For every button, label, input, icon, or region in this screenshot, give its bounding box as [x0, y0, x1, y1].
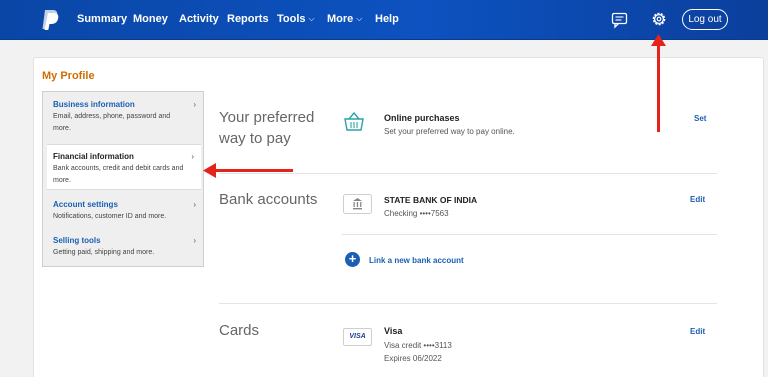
menu-item-financial-information[interactable]: Financial information Bank accounts, cre… — [47, 144, 201, 190]
visa-card-icon: VISA — [343, 328, 372, 346]
nav-money[interactable]: Money — [133, 13, 168, 25]
menu-item-label: Business information — [53, 100, 135, 109]
add-icon[interactable]: + — [345, 252, 360, 267]
section-divider — [219, 173, 717, 174]
chevron-right-icon: › — [193, 236, 196, 245]
gear-icon[interactable] — [650, 10, 668, 28]
nav-activity[interactable]: Activity — [179, 13, 219, 25]
menu-item-description: more. — [53, 177, 71, 184]
paypal-logo-icon[interactable] — [40, 9, 60, 31]
card-detail: Visa credit ••••3113 — [384, 341, 452, 350]
row-divider — [342, 234, 717, 235]
menu-item-description: Bank accounts, credit and debit cards an… — [53, 165, 184, 172]
online-purchases-title: Online purchases — [384, 113, 460, 123]
menu-item-label: Account settings — [53, 200, 118, 209]
preferred-heading-line: way to pay — [219, 130, 291, 147]
chevron-right-icon: › — [191, 152, 194, 161]
arrowhead-left-icon — [203, 163, 216, 178]
menu-item-label: Selling tools — [53, 236, 101, 245]
annotation-arrow-left — [214, 169, 293, 172]
set-preferred-button[interactable]: Set — [694, 114, 706, 123]
nav-summary[interactable]: Summary — [77, 13, 127, 25]
chevron-down-icon: ⌵ — [308, 14, 315, 23]
preferred-heading-line: Your preferred — [219, 109, 315, 126]
edit-bank-button[interactable]: Edit — [690, 195, 705, 204]
preferred-heading: Your preferred way to pay — [219, 107, 314, 149]
chevron-right-icon: › — [193, 200, 196, 209]
menu-item-selling-tools[interactable]: Selling tools Getting paid, shipping and… — [43, 229, 203, 263]
shopping-basket-icon — [344, 111, 364, 131]
arrowhead-up-icon — [651, 34, 666, 46]
bank-account-detail: Checking ••••7563 — [384, 209, 449, 218]
bank-accounts-heading: Bank accounts — [219, 191, 318, 208]
online-purchases-subtitle: Set your preferred way to pay online. — [384, 127, 515, 136]
card-expiry: Expires 06/2022 — [384, 354, 442, 363]
nav-more-label: More — [327, 13, 354, 25]
menu-item-description: Email, address, phone, password and — [53, 113, 171, 120]
nav-more[interactable]: More ⌵ — [327, 13, 362, 25]
messages-icon[interactable] — [611, 11, 629, 29]
link-bank-account-button[interactable]: Link a new bank account — [369, 256, 464, 265]
cards-heading: Cards — [219, 322, 260, 339]
chevron-right-icon: › — [193, 100, 196, 109]
menu-item-account-settings[interactable]: Account settings Notifications, customer… — [43, 193, 203, 227]
menu-item-description: Notifications, customer ID and more. — [53, 213, 167, 220]
menu-item-description: Getting paid, shipping and more. — [53, 249, 155, 256]
nav-reports[interactable]: Reports — [227, 13, 269, 25]
menu-item-label: Financial information — [53, 152, 134, 161]
nav-tools[interactable]: Tools ⌵ — [277, 13, 315, 25]
nav-help[interactable]: Help — [375, 13, 399, 25]
page-title: My Profile — [42, 70, 95, 82]
profile-side-menu: Business information Email, address, pho… — [42, 91, 204, 267]
profile-card: My Profile Business information Email, a… — [33, 57, 764, 377]
chevron-down-icon: ⌵ — [356, 14, 363, 23]
bank-name: STATE BANK OF INDIA — [384, 195, 478, 205]
edit-card-button[interactable]: Edit — [690, 327, 705, 336]
nav-tools-label: Tools — [277, 13, 306, 25]
section-divider — [219, 303, 717, 304]
menu-item-business-information[interactable]: Business information Email, address, pho… — [43, 93, 203, 141]
annotation-arrow-up — [657, 44, 660, 132]
card-name: Visa — [384, 326, 403, 336]
logout-button[interactable]: Log out — [682, 9, 728, 30]
bank-icon — [343, 194, 372, 214]
menu-item-description: more. — [53, 125, 71, 132]
